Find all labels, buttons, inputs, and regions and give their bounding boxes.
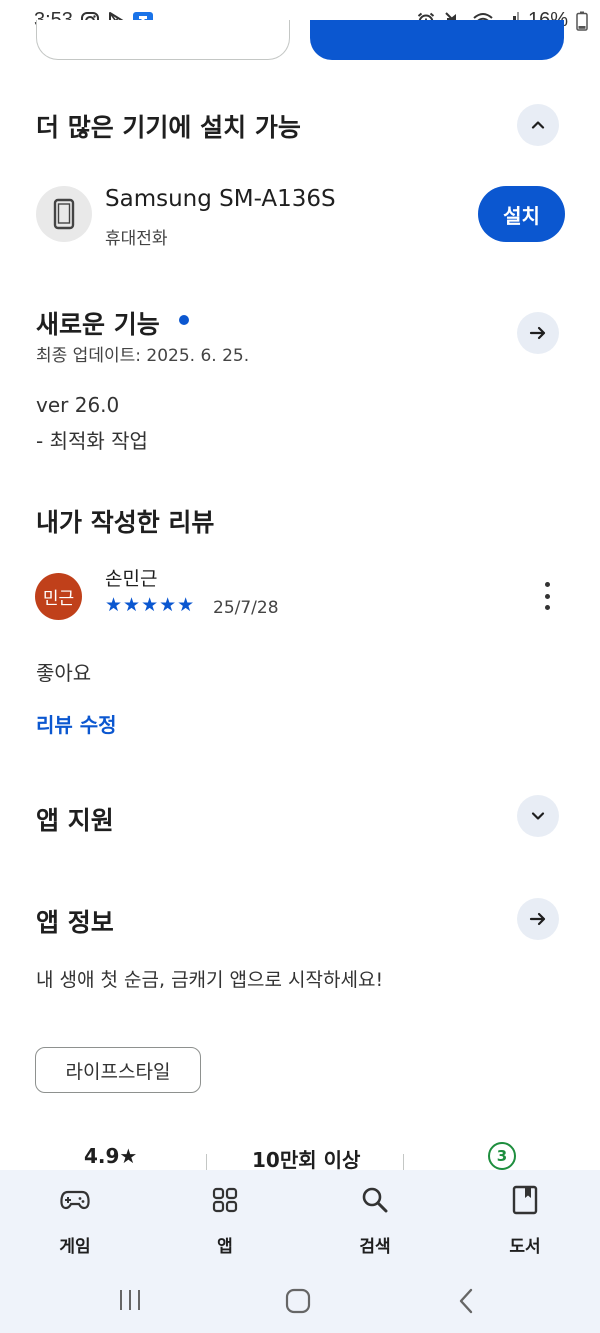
book-icon [512, 1185, 538, 1215]
nav-apps[interactable]: 앱 [175, 1184, 275, 1257]
install-button[interactable]: 설치 [478, 186, 565, 242]
nav-games[interactable]: 게임 [25, 1184, 125, 1257]
battery-icon [576, 11, 588, 31]
nav-search[interactable]: 검색 [325, 1184, 425, 1257]
back-icon[interactable] [456, 1288, 476, 1314]
version-text: ver 26.0 [36, 393, 120, 417]
last-update-date: 최종 업데이트: 2025. 6. 25. [36, 346, 250, 366]
new-indicator-dot [179, 315, 189, 325]
nav-apps-label: 앱 [217, 1237, 233, 1257]
whats-new-title: 새로운 기능 [36, 310, 160, 339]
review-text: 좋아요 [36, 661, 92, 685]
uninstall-button-partial[interactable] [36, 20, 290, 60]
phone-icon [53, 198, 75, 230]
device-name: Samsung SM-A136S [105, 186, 336, 212]
app-info-title: 앱 정보 [36, 908, 114, 937]
rating-stars: ★★★★★ [105, 594, 196, 616]
my-review-title: 내가 작성한 리뷰 [36, 508, 215, 537]
chevron-down-icon [531, 812, 545, 820]
recent-apps-icon[interactable] [118, 1288, 142, 1312]
gamepad-icon [60, 1190, 90, 1210]
app-info-arrow-button[interactable] [517, 898, 559, 940]
nav-search-label: 검색 [359, 1237, 391, 1257]
home-icon[interactable] [285, 1288, 311, 1314]
downloads-stat: 10만회 이상 [252, 1148, 361, 1172]
arrow-right-icon [529, 912, 546, 926]
version-note: - 최적화 작업 [36, 429, 148, 453]
rating-stat: 4.9★ [84, 1144, 138, 1168]
review-date: 25/7/28 [213, 598, 279, 618]
collapse-button[interactable] [517, 104, 559, 146]
chevron-up-icon [531, 121, 545, 129]
nav-books-label: 도서 [509, 1237, 541, 1257]
avatar: 민근 [35, 573, 82, 620]
open-button-partial[interactable] [310, 20, 564, 60]
install-more-devices-title: 더 많은 기기에 설치 가능 [36, 113, 301, 142]
bottom-nav: 게임 앱 검색 도서 [0, 1170, 600, 1270]
stats-row: 4.9★ 10만회 이상 3 [0, 1140, 600, 1174]
category-chip[interactable]: 라이프스타일 [35, 1047, 201, 1093]
phone-device-icon-wrap [36, 186, 92, 242]
app-support-expand-button[interactable] [517, 795, 559, 837]
app-description: 내 생애 첫 순금, 금캐기 앱으로 시작하세요! [36, 969, 384, 991]
system-nav-bar [0, 1270, 600, 1333]
arrow-right-icon [529, 326, 546, 340]
edit-review-link[interactable]: 리뷰 수정 [36, 709, 117, 738]
age-rating-badge: 3 [488, 1142, 516, 1170]
more-options-icon[interactable] [537, 582, 557, 610]
apps-grid-icon [212, 1187, 238, 1213]
nav-books[interactable]: 도서 [475, 1184, 575, 1257]
search-icon [362, 1187, 388, 1213]
app-support-title: 앱 지원 [36, 806, 114, 835]
whats-new-arrow-button[interactable] [517, 312, 559, 354]
device-type: 휴대전화 [105, 229, 168, 249]
nav-games-label: 게임 [59, 1237, 91, 1257]
reviewer-name: 손민근 [105, 568, 158, 590]
